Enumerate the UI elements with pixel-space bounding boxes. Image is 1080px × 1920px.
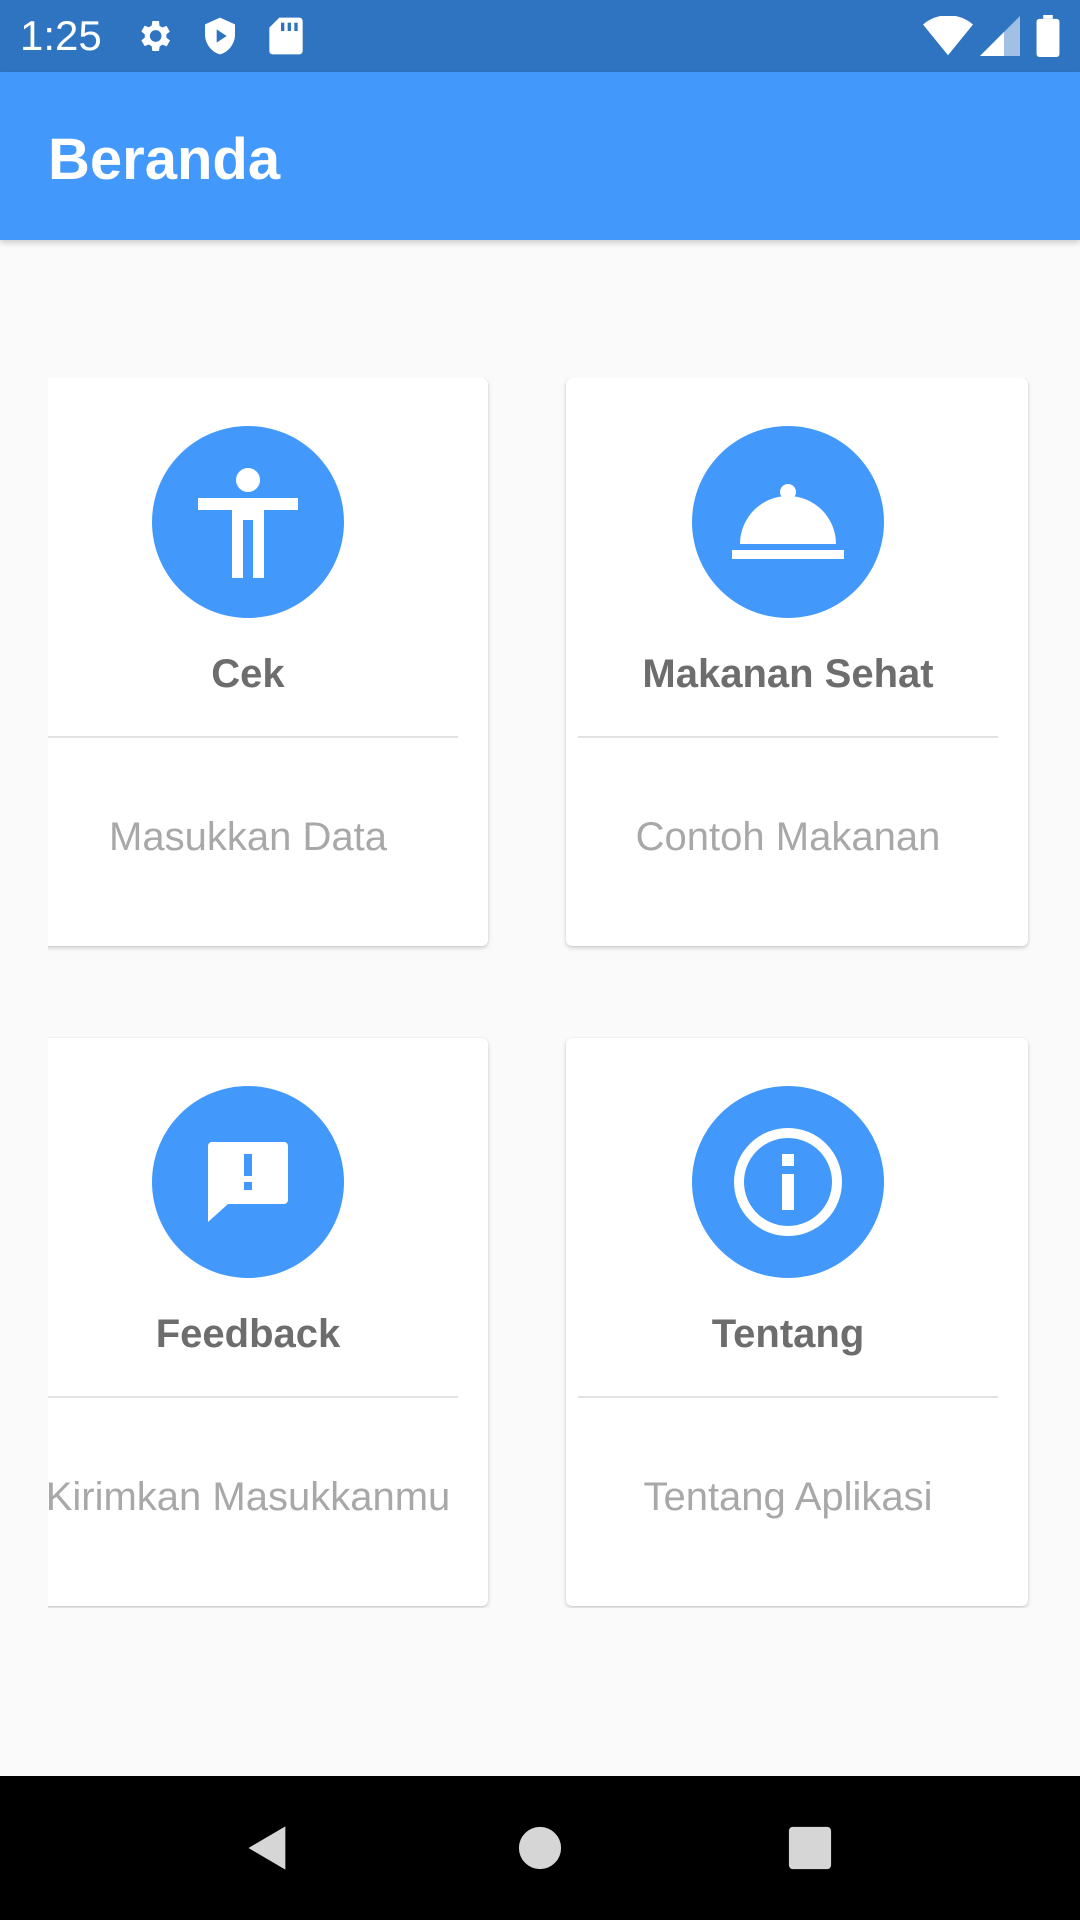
card-subtitle: Kirimkan Masukkanmu (48, 1475, 451, 1519)
signal-icon (978, 14, 1022, 58)
sd-card-icon (264, 14, 308, 58)
card-title: Makanan Sehat (642, 652, 934, 696)
divider (578, 1396, 998, 1398)
back-icon[interactable] (232, 1812, 304, 1884)
card-title: Cek (211, 652, 285, 696)
card-subtitle: Masukkan Data (109, 815, 387, 859)
card-subtitle: Tentang Aplikasi (643, 1475, 933, 1519)
card-tentang[interactable]: Tentang Tentang Aplikasi (566, 1038, 1028, 1606)
app-bar: Beranda (0, 72, 1080, 240)
divider (48, 736, 458, 738)
battery-icon (1028, 14, 1068, 58)
status-bar: 1:25 (0, 0, 1080, 72)
card-subtitle: Contoh Makanan (635, 815, 941, 859)
info-icon (692, 1086, 884, 1278)
card-feedback[interactable]: Feedback Kirimkan Masukkanmu (48, 1038, 488, 1606)
status-time: 1:25 (20, 12, 102, 59)
navigation-bar (0, 1776, 1080, 1920)
card-makanan-sehat[interactable]: Makanan Sehat Contoh Makanan (566, 378, 1028, 946)
accessibility-icon (152, 426, 344, 618)
shield-play-icon (198, 14, 242, 58)
room-service-icon (692, 426, 884, 618)
page-title: Beranda (48, 127, 281, 192)
home-icon[interactable] (504, 1812, 576, 1884)
feedback-icon (152, 1086, 344, 1278)
wifi-icon (922, 14, 974, 58)
divider (578, 736, 998, 738)
card-title: Feedback (155, 1312, 341, 1356)
recents-icon[interactable] (774, 1812, 846, 1884)
card-cek[interactable]: Cek Masukkan Data (48, 378, 488, 946)
gear-icon (132, 14, 176, 58)
divider (48, 1396, 458, 1398)
card-title: Tentang (711, 1312, 865, 1356)
menu-grid: Cek Masukkan Data Makanan Sehat Contoh M… (48, 378, 1032, 1608)
